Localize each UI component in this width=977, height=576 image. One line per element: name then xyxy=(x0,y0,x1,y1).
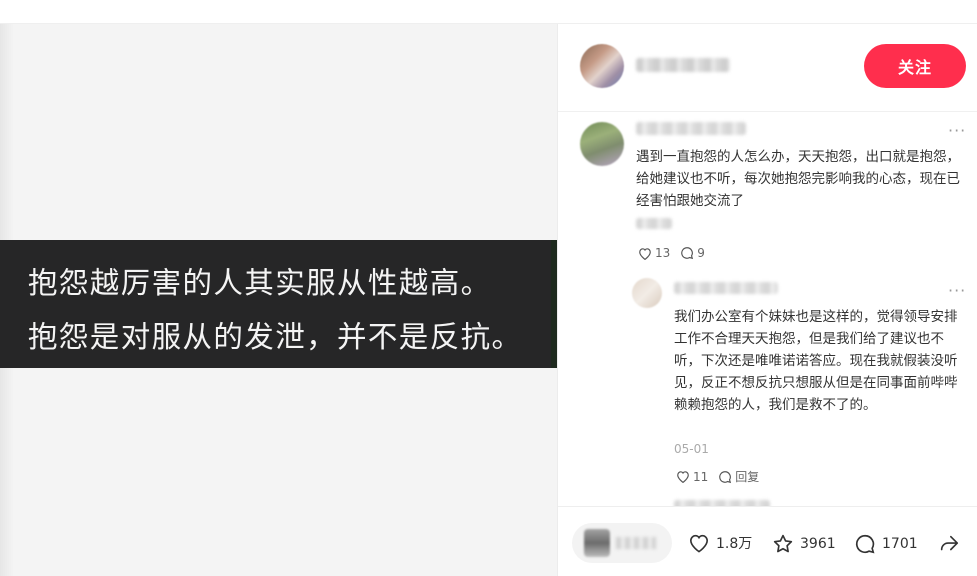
top-bar xyxy=(0,0,977,24)
reply-author-blurred[interactable] xyxy=(674,282,778,294)
caption-band: 抱怨越厉害的人其实服从性越高。 抱怨是对服从的发泄，并不是反抗。 xyxy=(0,240,557,368)
more-dots-icon[interactable]: ··· xyxy=(948,123,966,139)
comment-date-blurred xyxy=(636,218,672,229)
follow-button[interactable]: 关注 xyxy=(864,44,966,88)
detail-panel: 关注 ··· 遇到一直抱怨的人怎么办，天天抱怨，出口就是抱怨，给她建议也不听，每… xyxy=(557,24,977,576)
collect-count: 3961 xyxy=(800,536,836,552)
user-avatar xyxy=(584,529,610,557)
comment-input-placeholder-blurred xyxy=(616,537,656,549)
more-dots-icon[interactable]: ··· xyxy=(948,283,966,299)
comment-like-count: 13 xyxy=(655,246,671,260)
reply-date: 05-01 xyxy=(674,442,709,456)
heart-icon xyxy=(689,534,709,553)
caption-line-1: 抱怨越厉害的人其实服从性越高。 xyxy=(28,266,492,300)
comment-reply-count: 9 xyxy=(697,246,705,260)
reply-text: 我们办公室有个妹妹也是这样的，觉得领导安排工作不合理天天抱怨，但是我们给了建议也… xyxy=(674,309,958,413)
comment-bubble-icon xyxy=(855,534,875,554)
reply-like-count: 11 xyxy=(693,469,709,484)
reply-button[interactable]: 回复 xyxy=(718,468,759,485)
engagement-bar: 1.8万 3961 1701 xyxy=(558,506,977,576)
post-image[interactable]: 抱怨越厉害的人其实服从性越高。 抱怨是对服从的发泄，并不是反抗。 xyxy=(0,24,557,576)
star-icon xyxy=(773,534,793,553)
comment-actions: 13 9 xyxy=(638,246,715,260)
comment-list[interactable]: ··· 遇到一直抱怨的人怎么办，天天抱怨，出口就是抱怨，给她建议也不听，每次她抱… xyxy=(558,112,977,506)
like-button[interactable]: 1.8万 xyxy=(688,533,752,553)
comment-replies[interactable]: 9 xyxy=(680,246,705,260)
heart-icon xyxy=(677,471,689,483)
comment-avatar[interactable] xyxy=(580,122,624,166)
author-header: 关注 xyxy=(558,24,977,112)
comment-like[interactable]: 13 xyxy=(638,246,670,260)
heart-icon xyxy=(639,247,651,260)
comment-author-blurred[interactable] xyxy=(636,122,746,135)
comment-button[interactable]: 1701 xyxy=(854,533,918,555)
reply-like[interactable]: 11 xyxy=(676,470,708,484)
comment-input[interactable] xyxy=(572,523,672,563)
comment-bubble-icon xyxy=(681,247,694,260)
comment-text: 遇到一直抱怨的人怎么办，天天抱怨，出口就是抱怨，给她建议也不听，每次她抱怨完影响… xyxy=(636,149,960,209)
collect-button[interactable]: 3961 xyxy=(772,533,836,555)
reply-actions: 11 回复 xyxy=(676,468,769,485)
like-count: 1.8万 xyxy=(716,536,753,552)
comment-count: 1701 xyxy=(882,536,918,552)
share-icon xyxy=(940,535,959,551)
author-name-blurred[interactable] xyxy=(636,58,730,72)
author-avatar[interactable] xyxy=(580,44,624,88)
reply-button-label: 回复 xyxy=(735,470,760,484)
reply-avatar[interactable] xyxy=(632,278,662,308)
share-button[interactable] xyxy=(938,533,966,555)
comment-bubble-icon xyxy=(719,470,732,483)
caption-line-2: 抱怨是对服从的发泄，并不是反抗。 xyxy=(28,320,523,354)
